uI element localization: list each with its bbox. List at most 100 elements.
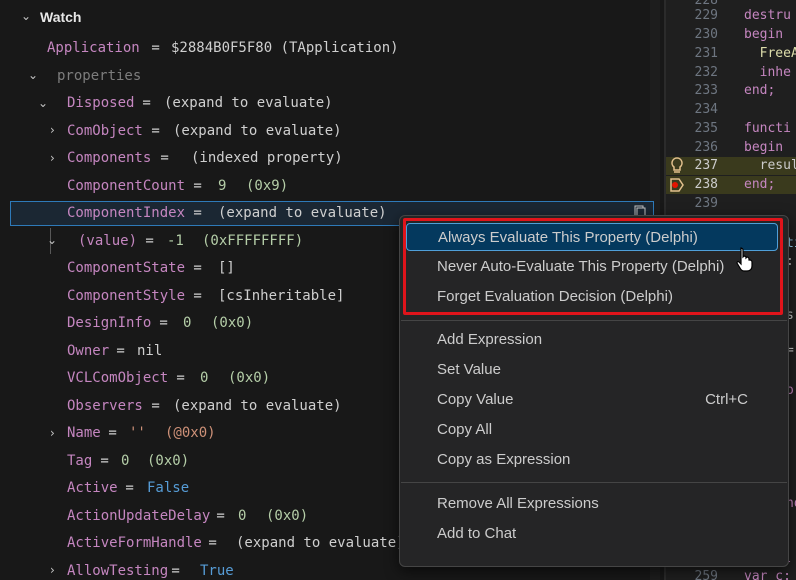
line-number: 232: [694, 65, 718, 80]
variable-name: VCLComObject: [67, 370, 169, 386]
address-value: (@0x0): [165, 425, 216, 441]
variable-name: DesignInfo: [67, 315, 152, 331]
variable-name: Owner: [67, 343, 110, 359]
hex-value: (0x0): [211, 315, 254, 331]
equals-sign: =: [137, 233, 163, 249]
menu-item-label: Copy All: [437, 421, 493, 438]
watch-row-properties[interactable]: ⌄ properties: [0, 63, 650, 110]
watch-header[interactable]: ⌄ Watch: [0, 4, 650, 30]
line-number: 230: [694, 27, 718, 42]
variable-value: (expand to evaluate): [236, 535, 405, 551]
hex-value: (0x0): [266, 508, 309, 524]
menu-separator: [401, 320, 787, 321]
variable-name: Components: [67, 150, 152, 166]
menu-item-remove-all-expressions[interactable]: Remove All Expressions: [406, 490, 778, 518]
code-line: end;: [744, 177, 776, 192]
variable-value: nil: [137, 343, 163, 359]
line-number: 234: [694, 102, 718, 117]
variable-value: $2884B0F5F80 (TApplication): [171, 40, 399, 56]
watch-row-application[interactable]: ⌄ Application = $2884B0F5F80 (TApplicati…: [0, 35, 650, 82]
code-line: FreeA: [744, 46, 796, 61]
variable-name: ComObject: [67, 123, 143, 139]
equals-sign: =: [208, 508, 234, 524]
hand-cursor-icon: [736, 247, 753, 272]
variable-name: (value): [78, 233, 138, 249]
menu-separator: [401, 482, 787, 483]
equals-sign: =: [185, 260, 211, 276]
hex-value: (0x9): [246, 178, 289, 194]
variable-name: ComponentCount: [67, 178, 186, 194]
code-line: inhe: [744, 65, 791, 80]
equals-sign: =: [151, 315, 177, 331]
equals-sign: =: [200, 535, 226, 551]
menu-item-copy-value[interactable]: Copy Value Ctrl+C: [406, 386, 778, 414]
menu-item-label: Copy as Expression: [437, 451, 571, 468]
variable-value: 9: [218, 178, 227, 194]
equals-sign: =: [143, 40, 169, 56]
variable-name: Disposed: [67, 95, 135, 111]
variable-value: '': [129, 425, 146, 441]
equals-sign: =: [134, 95, 160, 111]
variable-name: ComponentState: [67, 260, 186, 276]
variable-value: 0: [121, 453, 130, 469]
menu-item-add-expression[interactable]: Add Expression: [406, 326, 778, 354]
variable-name: ComponentStyle: [67, 288, 186, 304]
equals-sign: =: [163, 563, 189, 579]
equals-sign: =: [143, 398, 169, 414]
menu-item-add-to-chat[interactable]: Add to Chat: [406, 520, 778, 548]
variable-name: Active: [67, 480, 118, 496]
menu-item-copy-all[interactable]: Copy All: [406, 416, 778, 444]
watch-row-components[interactable]: Components = (indexed property): [0, 145, 650, 172]
code-line: end;: [744, 83, 776, 98]
equals-sign: =: [168, 370, 194, 386]
line-number: 238: [694, 177, 718, 192]
variable-name: AllowTesting: [67, 563, 169, 579]
equals-sign: =: [117, 480, 143, 496]
group-label: properties: [57, 68, 142, 84]
variable-name: ComponentIndex: [67, 205, 186, 221]
equals-sign: =: [185, 288, 211, 304]
hex-value: (0xFFFFFFFF): [202, 233, 304, 249]
line-number: 259: [694, 569, 718, 580]
breakpoint-icon[interactable]: [670, 178, 684, 192]
watch-row-componentcount[interactable]: ComponentCount = 9 (0x9): [0, 173, 650, 200]
variable-value: [csInheritable]: [218, 288, 345, 304]
menu-item-copy-as-expression[interactable]: Copy as Expression: [406, 446, 778, 474]
variable-name: Name: [67, 425, 101, 441]
watch-row-disposed[interactable]: › Disposed = (expand to evaluate): [0, 90, 650, 137]
hex-value: (0x0): [228, 370, 271, 386]
line-number: 235: [694, 121, 718, 136]
code-line: destru: [744, 8, 791, 23]
variable-value: True: [200, 563, 234, 579]
variable-value: (expand to evaluate): [164, 95, 333, 111]
variable-value: (expand to evaluate): [173, 398, 342, 414]
line-number: 236: [694, 140, 718, 155]
watch-row-comobject[interactable]: › ComObject = (expand to evaluate): [0, 118, 650, 165]
equals-sign: =: [100, 425, 126, 441]
line-number: 237: [694, 158, 718, 173]
line-number: 231: [694, 46, 718, 61]
code-line: var c:: [744, 569, 791, 580]
chevron-down-icon[interactable]: ⌄: [21, 9, 31, 23]
menu-item-label: Add to Chat: [437, 525, 517, 542]
highlight-box: [403, 218, 783, 315]
variable-name: Observers: [67, 398, 143, 414]
equals-sign: =: [108, 343, 134, 359]
code-line: functi: [744, 121, 791, 136]
variable-name: ActiveFormHandle: [67, 535, 202, 551]
watch-title: Watch: [40, 9, 82, 25]
line-number: 233: [694, 83, 718, 98]
variable-value: False: [147, 480, 190, 496]
menu-item-label: Add Expression: [437, 331, 543, 348]
hex-value: (0x0): [147, 453, 190, 469]
variable-value: (indexed property): [191, 150, 343, 166]
menu-item-set-value[interactable]: Set Value: [406, 356, 778, 384]
variable-value: []: [218, 260, 235, 276]
variable-name: ActionUpdateDelay: [67, 508, 211, 524]
equals-sign: =: [185, 178, 211, 194]
shortcut-label: Ctrl+C: [705, 391, 748, 408]
lightbulb-icon[interactable]: [670, 157, 684, 175]
menu-item-label: Remove All Expressions: [437, 495, 599, 512]
equals-sign: =: [92, 453, 118, 469]
code-line: begin: [744, 27, 784, 42]
